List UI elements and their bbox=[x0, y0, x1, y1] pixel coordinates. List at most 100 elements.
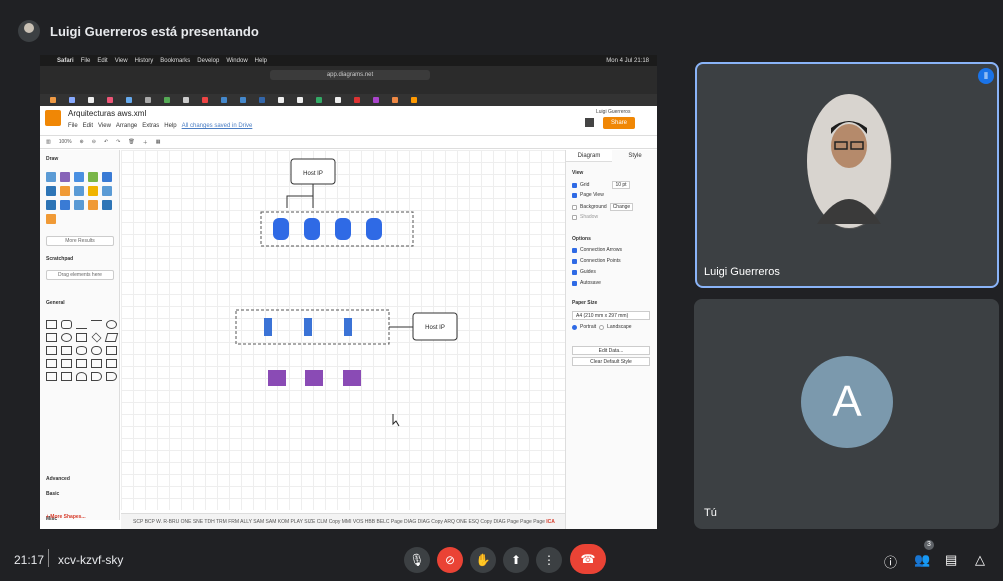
aws-shape-icon[interactable] bbox=[74, 200, 84, 210]
zoom-level[interactable]: 100% bbox=[59, 139, 72, 145]
shape-internal-storage-icon[interactable] bbox=[46, 359, 57, 368]
instance-icon[interactable] bbox=[305, 370, 323, 386]
shape-line-icon[interactable] bbox=[91, 320, 102, 329]
shape-cube-icon[interactable] bbox=[61, 359, 72, 368]
shape-card-icon[interactable] bbox=[91, 359, 102, 368]
activities-button[interactable]: △ bbox=[975, 552, 985, 568]
tab-diagram[interactable]: Diagram bbox=[566, 150, 612, 162]
shape-diamond-icon[interactable] bbox=[91, 332, 102, 343]
checkbox-icon[interactable] bbox=[572, 258, 577, 264]
saved-status[interactable]: All changes saved in Drive bbox=[182, 123, 253, 129]
database-icon[interactable] bbox=[366, 218, 382, 240]
checkbox-icon[interactable] bbox=[572, 192, 577, 198]
page-view-option[interactable]: Page View bbox=[572, 192, 604, 198]
more-shapes-link[interactable]: + More Shapes... bbox=[46, 514, 86, 520]
shape-actor-icon[interactable] bbox=[76, 372, 87, 381]
aws-shape-icon[interactable] bbox=[88, 186, 98, 196]
shadow-option[interactable]: Shadow bbox=[572, 214, 598, 220]
background-option[interactable]: Background Change bbox=[572, 203, 634, 211]
paper-size-select[interactable]: A4 (210 mm x 297 mm) bbox=[572, 311, 650, 320]
server-icon[interactable] bbox=[304, 318, 312, 336]
shape-rectangle-icon[interactable] bbox=[46, 320, 57, 329]
server-icon[interactable] bbox=[264, 318, 272, 336]
checkbox-icon[interactable] bbox=[572, 269, 577, 275]
autosave-option[interactable]: Autosave bbox=[572, 280, 601, 286]
raise-hand-button[interactable]: ✋ bbox=[470, 547, 496, 573]
instance-icon[interactable] bbox=[343, 370, 361, 386]
shape-and-icon[interactable] bbox=[106, 372, 117, 381]
scratchpad-title[interactable]: Scratchpad bbox=[46, 256, 73, 262]
database-icon[interactable] bbox=[335, 218, 351, 240]
aws-shape-icon[interactable] bbox=[60, 200, 70, 210]
share-button[interactable]: Share bbox=[603, 117, 635, 129]
info-button[interactable]: ⓘ bbox=[884, 552, 897, 571]
page-tabs[interactable]: SCP BCP W. R-BRU ONE SNE TDH TRM FRM ALL… bbox=[133, 519, 545, 525]
general-section-title[interactable]: General bbox=[46, 300, 65, 306]
shape-square-icon[interactable] bbox=[46, 333, 57, 342]
database-icon[interactable] bbox=[304, 218, 320, 240]
menu-help[interactable]: Help bbox=[164, 123, 176, 129]
aws-shape-icon[interactable] bbox=[102, 172, 112, 182]
menu-edit[interactable]: Edit bbox=[83, 123, 93, 129]
shape-callout-icon[interactable] bbox=[61, 372, 72, 381]
shape-or-icon[interactable] bbox=[91, 372, 102, 381]
aws-shape-icon[interactable] bbox=[88, 200, 98, 210]
basic-section-title[interactable]: Basic bbox=[46, 491, 59, 497]
server-icon[interactable] bbox=[344, 318, 352, 336]
shape-text-icon[interactable] bbox=[76, 320, 87, 329]
shape-hexagon-icon[interactable] bbox=[46, 346, 57, 355]
comments-icon[interactable] bbox=[585, 118, 594, 127]
checkbox-icon[interactable] bbox=[572, 247, 577, 253]
aws-shape-icon[interactable] bbox=[74, 186, 84, 196]
clear-default-style-button[interactable]: Clear Default Style bbox=[572, 357, 650, 366]
aws-shape-icon[interactable] bbox=[74, 172, 84, 182]
aws-shape-icon[interactable] bbox=[102, 186, 112, 196]
shape-circle-icon[interactable] bbox=[61, 333, 72, 342]
shape-triangle-icon[interactable] bbox=[61, 346, 72, 355]
menu-view[interactable]: View bbox=[98, 123, 111, 129]
chat-button[interactable]: ▤ bbox=[945, 552, 957, 568]
active-page-tab[interactable]: ICA bbox=[546, 519, 555, 525]
checkbox-icon[interactable] bbox=[572, 182, 577, 188]
server-group[interactable] bbox=[235, 309, 390, 345]
instance-icon[interactable] bbox=[268, 370, 286, 386]
search-shapes-label[interactable]: Draw bbox=[46, 156, 58, 162]
menu-extras[interactable]: Extras bbox=[142, 123, 159, 129]
redo-icon[interactable]: ↷ bbox=[116, 139, 120, 145]
aws-shape-icon[interactable] bbox=[88, 172, 98, 182]
table-icon[interactable]: ▦ bbox=[156, 139, 161, 145]
change-button[interactable]: Change bbox=[609, 203, 634, 211]
database-icon[interactable] bbox=[273, 218, 289, 240]
grid-size-input[interactable]: 10 pt bbox=[612, 181, 630, 189]
checkbox-icon[interactable] bbox=[572, 214, 577, 220]
aws-shape-icon[interactable] bbox=[60, 186, 70, 196]
user-name[interactable]: Luigi Guerreros bbox=[596, 109, 630, 115]
file-title[interactable]: Arquitecturas aws.xml bbox=[68, 109, 146, 118]
shape-step-icon[interactable] bbox=[76, 359, 87, 368]
aws-shape-icon[interactable] bbox=[46, 200, 56, 210]
checkbox-icon[interactable] bbox=[572, 280, 577, 286]
scratchpad-dropzone[interactable]: Drag elements here bbox=[46, 270, 114, 280]
microphone-button[interactable]: 🎙 bbox=[404, 547, 430, 573]
connection-arrows-option[interactable]: Connection Arrows bbox=[572, 247, 622, 253]
aws-shape-icon[interactable] bbox=[46, 172, 56, 182]
aws-shape-icon[interactable] bbox=[102, 200, 112, 210]
menu-arrange[interactable]: Arrange bbox=[116, 123, 137, 129]
zoom-in-icon[interactable]: ⊕ bbox=[80, 139, 84, 145]
radio-landscape-icon[interactable] bbox=[599, 324, 605, 330]
undo-icon[interactable]: ↶ bbox=[104, 139, 108, 145]
grid-option[interactable]: Grid 10 pt bbox=[572, 181, 630, 189]
shape-cylinder-icon[interactable] bbox=[76, 346, 87, 355]
checkbox-icon[interactable] bbox=[572, 204, 577, 210]
edit-data-button[interactable]: Edit Data... bbox=[572, 346, 650, 355]
shape-document-icon[interactable] bbox=[106, 346, 117, 355]
zoom-out-icon[interactable]: ⊖ bbox=[92, 139, 96, 145]
advanced-section-title[interactable]: Advanced bbox=[46, 476, 70, 482]
more-results-button[interactable]: More Results bbox=[46, 236, 114, 246]
aws-shape-icon[interactable] bbox=[60, 172, 70, 182]
delete-icon[interactable]: 🗑 bbox=[128, 139, 134, 145]
shape-parallelogram-icon[interactable] bbox=[104, 333, 119, 342]
shape-tape-icon[interactable] bbox=[106, 359, 117, 368]
menu-file[interactable]: File bbox=[68, 123, 78, 129]
radio-portrait-icon[interactable] bbox=[572, 324, 577, 330]
